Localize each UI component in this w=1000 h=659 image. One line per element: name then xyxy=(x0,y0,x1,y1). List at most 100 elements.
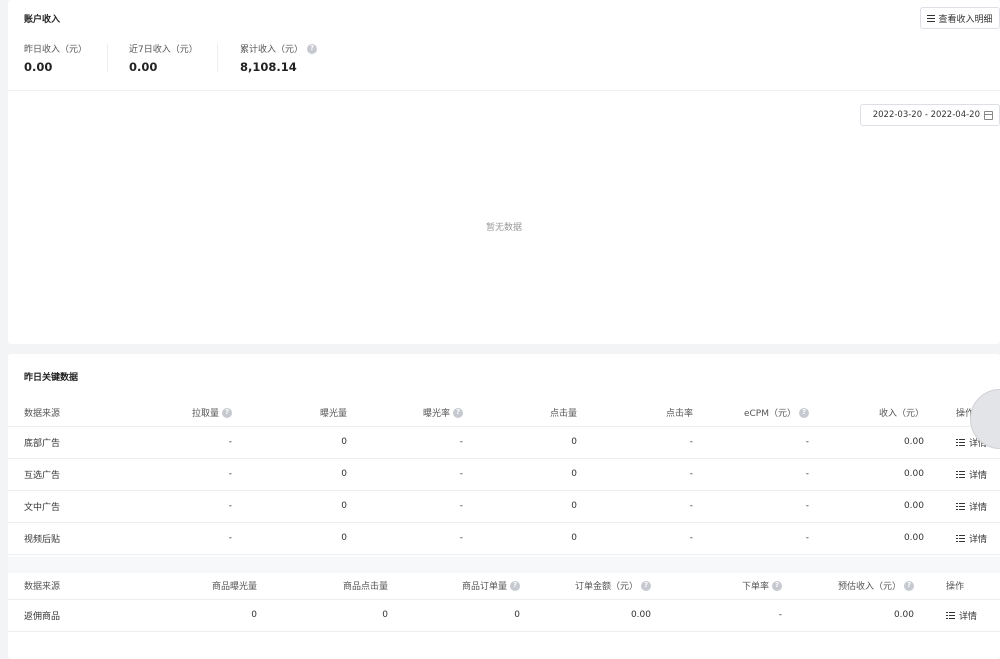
col-est-income: 预估收入（元） xyxy=(837,582,901,593)
cell-ecpm: - xyxy=(709,426,825,459)
question-circle-icon[interactable]: ? xyxy=(307,43,318,54)
goods-data-table: 数据来源 商品曝光量 商品点击量 商品订单量? 订单金额（元）? 下单率? 预估… xyxy=(8,573,1000,632)
cell-pull: - xyxy=(116,490,248,523)
ad-table-header: 数据来源 拉取量? 曝光量 曝光率? 点击量 点击率 eCPM（元）? 收入（元… xyxy=(8,400,1000,427)
stat-total: 累计收入（元） ? 8,108.14 xyxy=(240,42,318,74)
ad-data-table: 数据来源 拉取量? 曝光量 曝光率? 点击量 点击率 eCPM（元）? 收入（元… xyxy=(8,400,1000,555)
view-income-detail-button[interactable]: 查看收入明细 xyxy=(920,7,1000,29)
cell-source: 互选广告 xyxy=(8,458,116,491)
detail-link[interactable]: 详情 xyxy=(956,468,987,481)
cell-exposure: 0 xyxy=(248,522,363,555)
cell-source: 返佣商品 xyxy=(8,599,116,632)
col-income: 收入（元） xyxy=(878,409,924,420)
table-row: 互选广告 - 0 - 0 - - 0.00 详情 xyxy=(8,458,1000,491)
cell-ctr: - xyxy=(593,458,709,491)
cell-source: 底部广告 xyxy=(8,426,116,459)
cell-clicks: 0 xyxy=(479,490,593,523)
list-icon xyxy=(946,611,955,619)
cell-exposure-rate: - xyxy=(363,458,479,491)
detail-link[interactable]: 详情 xyxy=(946,609,977,622)
cell-pull: - xyxy=(116,458,248,491)
cell-goods-clicks: 0 xyxy=(273,599,404,632)
col-goods-clicks: 商品点击量 xyxy=(342,582,388,593)
cell-exposure: 0 xyxy=(248,458,363,491)
question-circle-icon[interactable]: ? xyxy=(222,407,232,418)
goods-table-header: 数据来源 商品曝光量 商品点击量 商品订单量? 订单金额（元）? 下单率? 预估… xyxy=(8,573,1000,600)
col-order-amount: 订单金额（元） xyxy=(574,582,638,593)
menu-icon xyxy=(927,14,936,22)
detail-link[interactable]: 详情 xyxy=(956,532,987,545)
date-range-value: 2022-03-20 - 2022-04-20 xyxy=(872,110,980,120)
table-row: 底部广告 - 0 - 0 - - 0.00 详情 xyxy=(8,426,1000,459)
col-goods-exposure: 商品曝光量 xyxy=(211,582,257,593)
cell-goods-exposure: 0 xyxy=(116,599,273,632)
cell-income: 0.00 xyxy=(825,458,940,491)
detail-link-label: 详情 xyxy=(969,470,988,481)
stat-7days-label: 近7日收入（元） xyxy=(129,45,198,55)
table-row: 视频后贴 - 0 - 0 - - 0.00 详情 xyxy=(8,522,1000,555)
stat-yesterday-label: 昨日收入（元） xyxy=(24,45,88,55)
cell-source: 视频后贴 xyxy=(8,522,116,555)
col-source: 数据来源 xyxy=(24,582,61,593)
key-data-card: 昨日关键数据 数据来源 拉取量? 曝光量 曝光率? 点击量 点击率 eCPM（元… xyxy=(8,354,1000,659)
col-exposure-rate: 曝光率 xyxy=(422,409,450,420)
cell-exposure-rate: - xyxy=(363,490,479,523)
col-clicks: 点击量 xyxy=(549,409,577,420)
stat-total-label: 累计收入（元） xyxy=(240,45,304,55)
cell-ecpm: - xyxy=(709,490,825,523)
cell-source: 文中广告 xyxy=(8,490,116,523)
cell-clicks: 0 xyxy=(479,522,593,555)
col-action: 操作 xyxy=(946,582,965,593)
col-exposure: 曝光量 xyxy=(319,409,347,420)
cell-order-amount: 0.00 xyxy=(536,599,667,632)
stat-7days-value: 0.00 xyxy=(129,60,158,74)
income-title: 账户收入 xyxy=(24,15,61,25)
detail-link-label: 详情 xyxy=(959,611,978,622)
cell-income: 0.00 xyxy=(825,426,940,459)
col-goods-orders: 商品订单量 xyxy=(461,582,507,593)
cell-ctr: - xyxy=(593,522,709,555)
cell-goods-orders: 0 xyxy=(404,599,536,632)
cell-income: 0.00 xyxy=(825,490,940,523)
col-source: 数据来源 xyxy=(24,409,61,420)
cell-income: 0.00 xyxy=(825,522,940,555)
cell-est-income: 0.00 xyxy=(798,599,930,632)
table-row: 文中广告 - 0 - 0 - - 0.00 详情 xyxy=(8,490,1000,523)
col-order-rate: 下单率 xyxy=(741,582,769,593)
cell-exposure: 0 xyxy=(248,426,363,459)
list-icon xyxy=(956,502,965,510)
stat-7days: 近7日收入（元） 0.00 xyxy=(129,42,198,74)
income-card: 账户收入 查看收入明细 昨日收入（元） 0.00 近7日收入（元） 0.00 累… xyxy=(8,0,1000,344)
stat-yesterday: 昨日收入（元） 0.00 xyxy=(24,42,87,74)
stat-total-value: 8,108.14 xyxy=(240,60,297,74)
table-gap xyxy=(8,557,1000,573)
col-ecpm: eCPM（元） xyxy=(743,409,796,420)
list-icon xyxy=(956,534,965,542)
detail-link[interactable]: 详情 xyxy=(956,500,987,513)
cell-ecpm: - xyxy=(709,458,825,491)
question-circle-icon[interactable]: ? xyxy=(772,580,782,591)
calendar-icon xyxy=(984,110,993,120)
question-circle-icon[interactable]: ? xyxy=(510,580,520,591)
cell-clicks: 0 xyxy=(479,458,593,491)
question-circle-icon[interactable]: ? xyxy=(453,407,463,418)
question-circle-icon[interactable]: ? xyxy=(799,407,809,418)
cell-ctr: - xyxy=(593,490,709,523)
col-pull: 拉取量 xyxy=(191,409,219,420)
list-icon xyxy=(956,470,965,478)
section-divider xyxy=(8,90,1000,91)
stat-divider xyxy=(217,44,218,72)
stat-yesterday-value: 0.00 xyxy=(24,60,53,74)
stat-divider xyxy=(107,44,108,72)
key-data-title: 昨日关键数据 xyxy=(24,373,79,383)
cell-exposure-rate: - xyxy=(363,522,479,555)
date-range-picker[interactable]: 2022-03-20 - 2022-04-20 xyxy=(860,104,1000,126)
cell-ctr: - xyxy=(593,426,709,459)
cell-order-rate: - xyxy=(667,599,798,632)
question-circle-icon[interactable]: ? xyxy=(641,580,651,591)
question-circle-icon[interactable]: ? xyxy=(904,580,914,591)
cell-pull: - xyxy=(116,426,248,459)
view-income-detail-label: 查看收入明细 xyxy=(938,14,993,25)
detail-link-label: 详情 xyxy=(969,502,988,513)
detail-link-label: 详情 xyxy=(969,534,988,545)
